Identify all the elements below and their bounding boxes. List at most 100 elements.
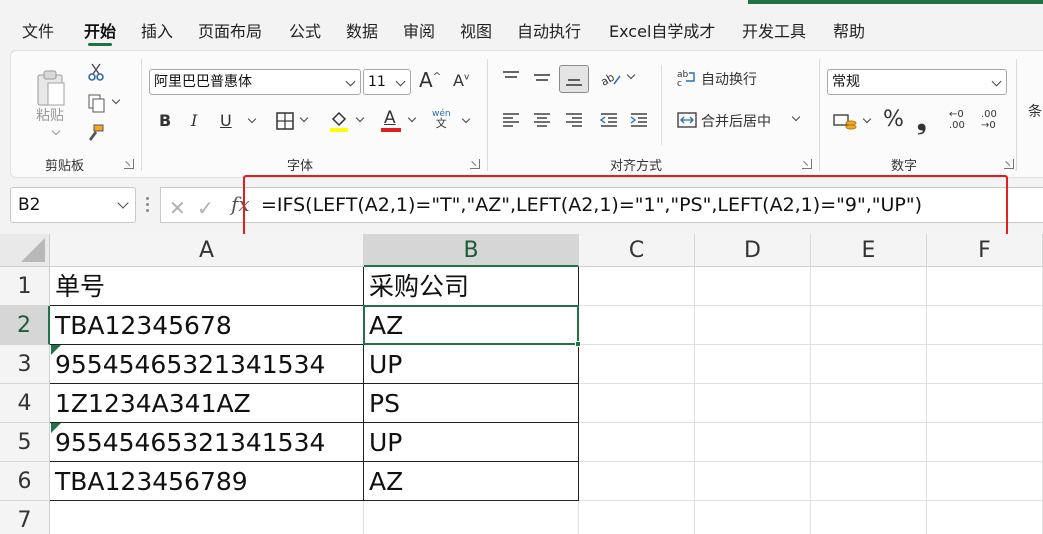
- cell-f5[interactable]: [927, 423, 1043, 462]
- tab-view[interactable]: 视图: [460, 14, 492, 50]
- font-size-select[interactable]: 11: [363, 69, 411, 95]
- cell-d3[interactable]: [695, 345, 811, 384]
- column-header-c[interactable]: C: [579, 234, 695, 267]
- bold-button[interactable]: B: [159, 111, 171, 130]
- align-left-icon[interactable]: [499, 109, 523, 131]
- cell-e5[interactable]: [811, 423, 927, 462]
- phonetic-guide-icon[interactable]: wén 文: [432, 109, 451, 130]
- cell-f4[interactable]: [927, 384, 1043, 423]
- row-header-5[interactable]: 5: [0, 423, 50, 462]
- comma-style-button[interactable]: ❟: [917, 107, 926, 135]
- cell-c6[interactable]: [579, 462, 695, 501]
- row-header-6[interactable]: 6: [0, 462, 50, 501]
- cell-f7[interactable]: [927, 501, 1043, 534]
- column-header-e[interactable]: E: [811, 234, 927, 267]
- cell-c1[interactable]: [579, 267, 695, 306]
- italic-button[interactable]: I: [191, 111, 197, 130]
- cell-e3[interactable]: [811, 345, 927, 384]
- cell-e7[interactable]: [811, 501, 927, 534]
- format-painter-icon[interactable]: [83, 121, 107, 145]
- error-indicator-icon[interactable]: [51, 345, 61, 355]
- merge-center-button[interactable]: 合并后居中: [701, 111, 771, 131]
- row-header-2[interactable]: 2: [0, 306, 50, 345]
- copy-button[interactable]: [83, 91, 123, 115]
- cancel-icon[interactable]: ✕: [169, 196, 186, 220]
- borders-button[interactable]: [271, 109, 311, 133]
- font-launcher-icon[interactable]: [470, 159, 480, 169]
- cell-e6[interactable]: [811, 462, 927, 501]
- font-name-select[interactable]: 阿里巴巴普惠体: [149, 69, 361, 95]
- align-middle-icon[interactable]: [530, 67, 554, 89]
- underline-button[interactable]: U: [220, 111, 232, 130]
- cell-d7[interactable]: [695, 501, 811, 534]
- tab-excel-learning[interactable]: Excel自学成才: [609, 14, 715, 50]
- tab-page-layout[interactable]: 页面布局: [198, 14, 262, 50]
- accounting-format-button[interactable]: [829, 109, 873, 135]
- paste-dropdown-caret[interactable]: [47, 125, 61, 141]
- cell-a5[interactable]: 95545465321341534: [50, 423, 364, 462]
- increase-indent-icon[interactable]: [627, 109, 651, 131]
- tab-data[interactable]: 数据: [346, 14, 378, 50]
- cell-f1[interactable]: [927, 267, 1043, 306]
- tab-insert[interactable]: 插入: [141, 14, 173, 50]
- alignment-launcher-icon[interactable]: [802, 159, 812, 169]
- tab-file[interactable]: 文件: [22, 14, 54, 50]
- fill-color-button[interactable]: [323, 107, 367, 135]
- align-right-icon[interactable]: [562, 109, 586, 131]
- merge-center-dropdown[interactable]: [787, 111, 801, 127]
- row-header-4[interactable]: 4: [0, 384, 50, 423]
- decrease-indent-icon[interactable]: [597, 109, 621, 131]
- cell-e2[interactable]: [811, 306, 927, 345]
- cell-f6[interactable]: [927, 462, 1043, 501]
- tab-home[interactable]: 开始: [84, 14, 116, 50]
- percent-style-button[interactable]: %: [883, 107, 904, 132]
- row-header-1[interactable]: 1: [0, 267, 50, 306]
- decrease-decimal-button[interactable]: .00 →0: [981, 109, 997, 131]
- cell-b5[interactable]: UP: [364, 423, 579, 462]
- cell-e4[interactable]: [811, 384, 927, 423]
- cell-b6[interactable]: AZ: [364, 462, 579, 501]
- cell-c5[interactable]: [579, 423, 695, 462]
- error-indicator-icon[interactable]: [51, 423, 61, 433]
- grow-font-button[interactable]: A^: [419, 68, 441, 92]
- orientation-button[interactable]: ab: [597, 65, 637, 91]
- cell-d2[interactable]: [695, 306, 811, 345]
- font-color-button[interactable]: A: [375, 107, 419, 135]
- cell-f3[interactable]: [927, 345, 1043, 384]
- align-bottom-icon[interactable]: [559, 65, 589, 93]
- increase-decimal-button[interactable]: ←0 .00: [949, 109, 965, 131]
- number-format-select[interactable]: 常规: [827, 69, 1007, 95]
- column-header-d[interactable]: D: [695, 234, 811, 267]
- confirm-icon[interactable]: ✓: [197, 196, 214, 220]
- cell-d1[interactable]: [695, 267, 811, 306]
- cell-a4[interactable]: 1Z1234A341AZ: [50, 384, 364, 423]
- tab-developer[interactable]: 开发工具: [742, 14, 806, 50]
- align-top-icon[interactable]: [499, 67, 523, 89]
- column-header-a[interactable]: A: [50, 234, 364, 267]
- tab-help[interactable]: 帮助: [833, 14, 865, 50]
- cell-c3[interactable]: [579, 345, 695, 384]
- clipboard-launcher-icon[interactable]: [124, 159, 134, 169]
- cell-b2[interactable]: AZ: [364, 306, 579, 345]
- cell-b4[interactable]: PS: [364, 384, 579, 423]
- fill-handle[interactable]: [575, 341, 581, 347]
- column-header-b[interactable]: B: [364, 234, 579, 267]
- name-box[interactable]: B2: [10, 187, 136, 223]
- select-all-corner[interactable]: [0, 234, 50, 267]
- cell-a7[interactable]: [50, 501, 364, 534]
- align-center-icon[interactable]: [530, 109, 554, 131]
- row-header-3[interactable]: 3: [0, 345, 50, 384]
- tab-review[interactable]: 审阅: [403, 14, 435, 50]
- cell-d6[interactable]: [695, 462, 811, 501]
- cut-icon[interactable]: [85, 61, 107, 83]
- cell-a2[interactable]: TBA12345678: [50, 306, 364, 345]
- tab-automate[interactable]: 自动执行: [517, 14, 581, 50]
- column-header-f[interactable]: F: [927, 234, 1043, 267]
- cell-a6[interactable]: TBA123456789: [50, 462, 364, 501]
- row-header-7[interactable]: 7: [0, 501, 50, 534]
- cell-c2[interactable]: [579, 306, 695, 345]
- formula-bar-grip[interactable]: [146, 197, 149, 213]
- cell-d4[interactable]: [695, 384, 811, 423]
- cell-b7[interactable]: [364, 501, 579, 534]
- tab-formulas[interactable]: 公式: [289, 14, 321, 50]
